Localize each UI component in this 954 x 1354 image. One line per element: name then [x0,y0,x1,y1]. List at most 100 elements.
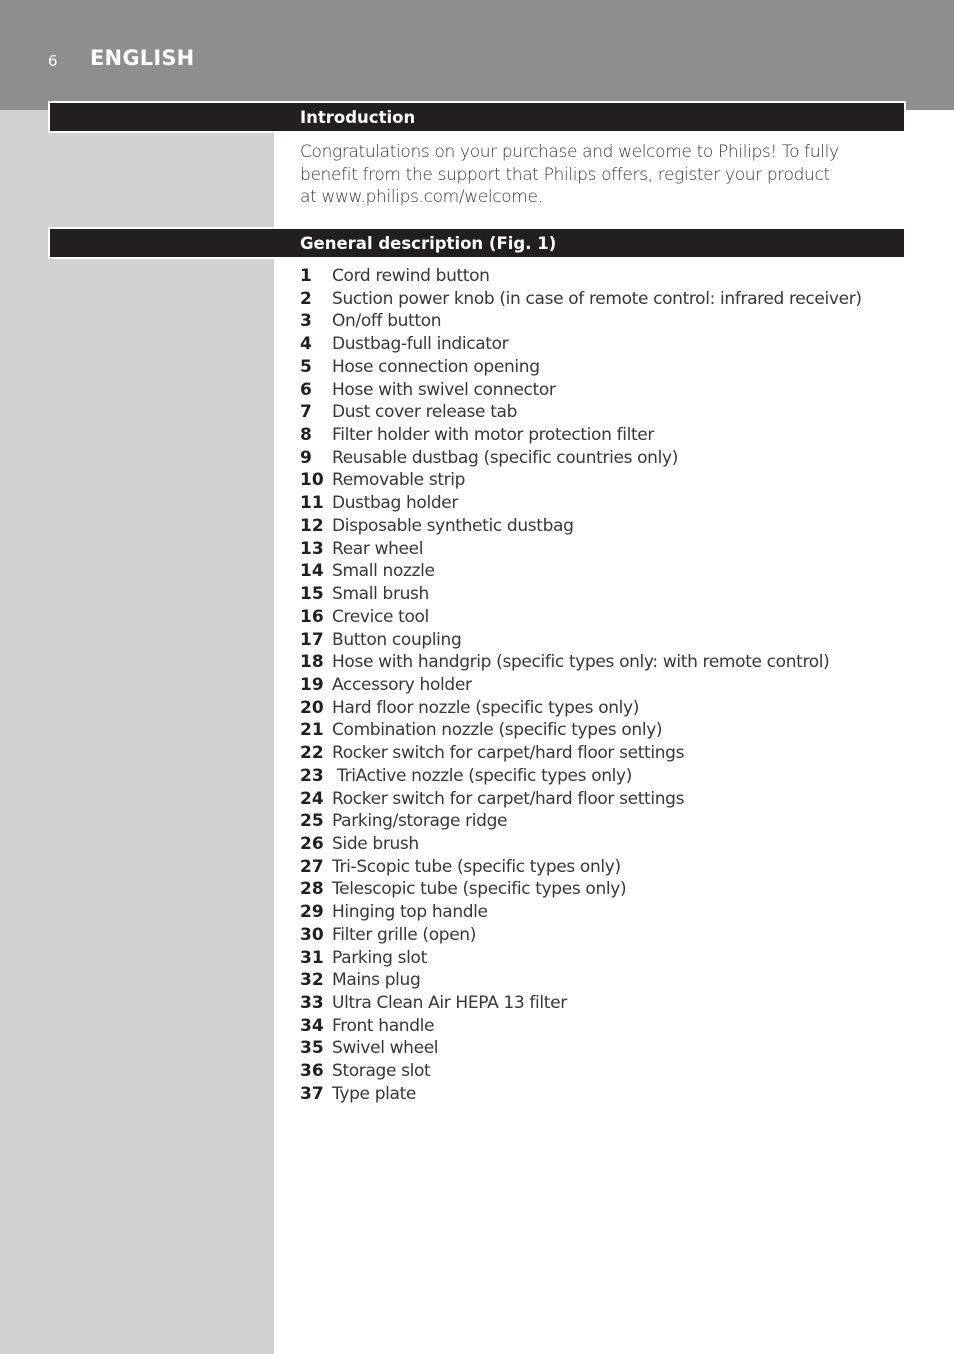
part-label: Accessory holder [332,674,472,695]
language-title: ENGLISH [90,46,195,70]
part-label: Dustbag-full indicator [332,334,509,355]
part-number: 32 [300,970,324,991]
part-number: 33 [300,993,324,1013]
part-label: Small brush [332,584,429,605]
part-label: Combination nozzle (specific types only) [332,720,663,741]
part-label: Reusable dustbag (specific countries onl… [332,447,678,468]
part-label: Button coupling [332,629,462,650]
parts-list-item: 35 Swivel wheel [300,1037,862,1060]
part-number: 35 [300,1038,324,1059]
parts-list-item: 24 Rocker switch for carpet/hard floor se… [300,788,862,811]
section-header-general-description: General description (Fig. 1) [48,227,906,259]
part-label: Disposable synthetic dustbag [332,515,574,536]
intro-line: benefit from the support that Philips of… [300,164,830,185]
part-label: Rear wheel [332,538,424,559]
introduction-paragraph: Congratulations on your purchase and wel… [300,141,860,209]
part-label: Filter holder with motor protection filt… [332,425,655,446]
intro-line: at www.philips.com/welcome. [300,187,543,207]
part-label: Dustbag holder [332,493,459,514]
parts-list-item: 1 Cord rewind button [300,265,862,288]
part-label: TriActive nozzle (specific types only) [332,765,633,786]
part-label: Swivel wheel [332,1038,439,1059]
part-number: 20 [300,697,324,718]
parts-list-item: 17 Button coupling [300,629,862,652]
intro-line: Congratulations on your purchase and wel… [300,142,839,162]
part-label: Hose with swivel connector [332,379,556,400]
part-number: 9 [300,447,312,468]
parts-list-item: 33 Ultra Clean Air HEPA 13 filter [300,992,862,1015]
parts-list-item: 31 Parking slot [300,947,862,970]
part-label: Tri-Scopic tube (specific types only) [332,856,621,877]
part-label: Front handle [332,1015,435,1036]
parts-list-item: 13 Rear wheel [300,538,862,561]
parts-list-item: 22 Rocker switch for carpet/hard floor se… [300,742,862,765]
part-label: Small nozzle [332,561,435,582]
parts-list-item: 3 On/off button [300,310,862,333]
part-number: 27 [300,856,324,877]
part-number: 25 [300,811,324,832]
part-number: 2 [300,288,312,309]
parts-list-item: 27 Tri-Scopic tube (specific types only) [300,856,862,879]
part-number: 8 [300,425,312,446]
parts-list-item: 2 Suction power knob (in case of remote c… [300,288,862,311]
part-number: 26 [300,833,324,854]
part-label: Crevice tool [332,606,429,627]
part-number: 18 [300,652,324,673]
part-number: 5 [300,356,312,377]
part-label: Ultra Clean Air HEPA 13 filter [332,993,567,1013]
part-number: 7 [300,402,312,423]
parts-list-item: 10 Removable strip [300,469,862,492]
parts-list-item: 4 Dustbag-full indicator [300,333,862,356]
part-number: 17 [300,629,324,650]
part-label: On/off button [332,311,442,332]
part-label: Mains plug [332,970,421,991]
parts-list-item: 6 Hose with swivel connector [300,379,862,402]
part-number: 15 [300,584,324,605]
parts-list-item: 15 Small brush [300,583,862,606]
part-label: Hose with handgrip (specific types only:… [332,652,830,673]
part-label: Rocker switch for carpet/hard floor sett… [332,743,685,764]
part-label: Dust cover release tab [332,402,518,423]
parts-list-item: 11 Dustbag holder [300,492,862,515]
parts-list-item: 14 Small nozzle [300,560,862,583]
parts-list-item: 26 Side brush [300,833,862,856]
parts-list-item: 20 Hard floor nozzle (specific types only… [300,697,862,720]
part-number: 31 [300,947,324,968]
parts-list-item: 36 Storage slot [300,1060,862,1083]
part-number: 14 [300,561,324,582]
part-label: Hard floor nozzle (specific types only) [332,697,640,718]
parts-list-item: 18 Hose with handgrip (specific types onl… [300,651,862,674]
part-number: 36 [300,1061,324,1082]
part-number: 19 [300,674,324,695]
part-number: 30 [300,924,324,945]
parts-list-item: 16 Crevice tool [300,606,862,629]
part-label: Filter grille (open) [332,924,477,945]
parts-list-item: 29 Hinging top handle [300,901,862,924]
part-label: Parking/storage ridge [332,811,508,832]
part-label: Telescopic tube (specific types only) [332,879,627,900]
part-number: 21 [300,720,324,741]
part-label: Cord rewind button [332,266,490,286]
part-number: 3 [300,311,312,332]
part-label: Hose connection opening [332,356,540,377]
parts-list: 1 Cord rewind button 2 Suction power knob (… [300,265,862,1106]
parts-list-item: 37 Type plate [300,1083,862,1106]
part-number: 1 [300,266,312,286]
part-label: Removable strip [332,470,466,491]
part-number: 29 [300,902,324,923]
part-number: 34 [300,1015,324,1036]
part-number: 13 [300,538,324,559]
parts-list-item: 28 Telescopic tube (specific types only) [300,878,862,901]
side-margin-column [0,110,274,1354]
part-number: 24 [300,788,324,809]
parts-list-item: 32 Mains plug [300,969,862,992]
part-label: Suction power knob (in case of remote co… [332,288,862,309]
part-number: 22 [300,743,324,764]
part-label: Hinging top handle [332,902,488,923]
part-number: 6 [300,379,312,400]
parts-list-item: 7 Dust cover release tab [300,401,862,424]
parts-list-item: 25 Parking/storage ridge [300,810,862,833]
parts-list-item: 9 Reusable dustbag (specific countries on… [300,447,862,470]
part-number: 23 [300,765,324,786]
parts-list-item: 19 Accessory holder [300,674,862,697]
